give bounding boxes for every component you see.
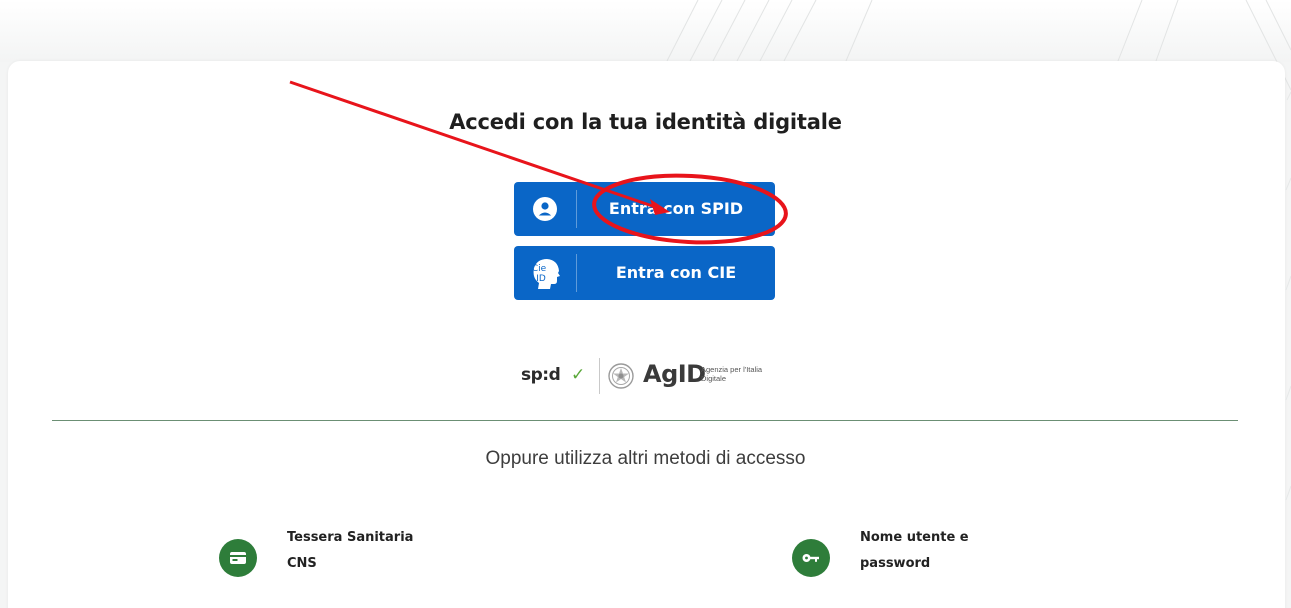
password-label-line1: Nome utente e (860, 530, 969, 545)
cie-login-button[interactable]: Cie ID Entra con CIE (514, 246, 775, 300)
user-icon (514, 182, 576, 236)
password-label: Nome utente e password (860, 525, 1060, 577)
username-password-option[interactable]: Nome utente e password (792, 525, 1052, 585)
spid-logo: sp:d (521, 365, 561, 385)
tessera-label-line2: CNS (287, 556, 317, 571)
card-icon (219, 539, 257, 577)
spid-login-button[interactable]: Entra con SPID (514, 182, 775, 236)
italian-emblem-icon (608, 363, 634, 389)
logo-separator (599, 358, 600, 394)
tessera-label-line1: Tessera Sanitaria (287, 530, 414, 545)
cie-button-label: Entra con CIE (615, 263, 737, 282)
cie-icon-text-bottom: ID (536, 274, 546, 284)
tessera-label: Tessera Sanitaria CNS (287, 525, 487, 577)
alternative-methods-heading: Oppure utilizza altri metodi di accesso (485, 448, 806, 469)
key-icon (792, 539, 830, 577)
cie-icon-text-top: Cie (532, 264, 547, 274)
check-icon: ✓ (571, 365, 586, 385)
partner-logos: sp:d ✓ AgID Agenzia per l'Italia Digital… (520, 356, 790, 398)
spid-button-label: Entra con SPID (608, 199, 744, 218)
section-divider (52, 420, 1238, 421)
cie-id-icon: Cie ID (514, 246, 576, 300)
top-band (0, 0, 1291, 62)
password-label-line2: password (860, 556, 931, 571)
agid-logo: AgID (643, 360, 706, 388)
page-title: Accedi con la tua identità digitale (449, 110, 842, 134)
page: Accedi con la tua identità digitale Entr… (0, 0, 1291, 608)
login-card (8, 61, 1285, 608)
agid-subtitle: Agenzia per l'Italia Digitale (701, 365, 763, 383)
tessera-sanitaria-cns-option[interactable]: Tessera Sanitaria CNS (219, 525, 479, 585)
